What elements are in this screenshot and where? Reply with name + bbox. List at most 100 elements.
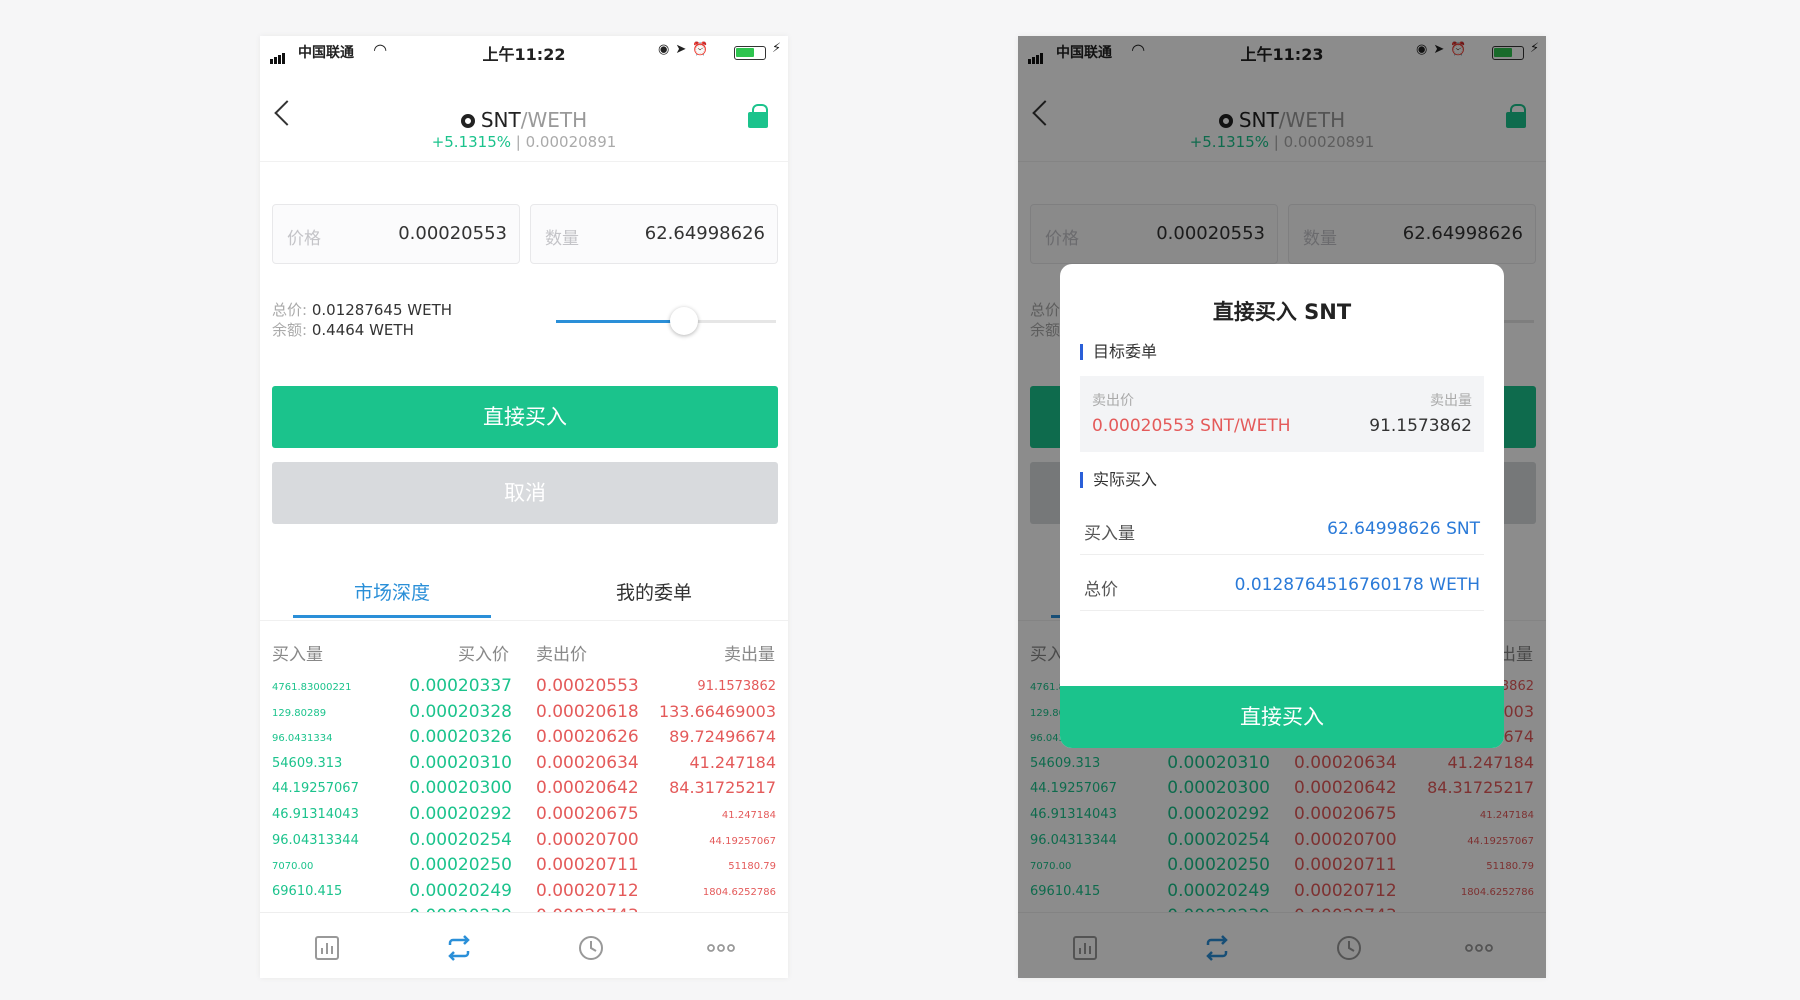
pair-ticker: +5.1315% | 0.00020891 xyxy=(260,133,788,151)
sell-price: 0.00020712 xyxy=(536,880,639,901)
buy-price: 0.00020250 xyxy=(409,855,512,876)
quantity-field[interactable]: 数量 62.64998626 xyxy=(530,204,778,264)
sell-qty: 51180.79 xyxy=(728,861,776,873)
quote-symbol: /WETH xyxy=(520,108,588,132)
quantity-value[interactable]: 62.64998626 xyxy=(645,223,765,244)
total-label: 总价: xyxy=(272,301,308,319)
depth-row[interactable]: 7070.00 0.00020250 0.00020711 51180.79 xyxy=(260,855,788,881)
buy-price: 0.00020292 xyxy=(409,804,512,824)
buy-price: 0.00020326 xyxy=(409,727,512,748)
sell-price: 0.00020700 xyxy=(536,829,639,850)
buy-qty: 96.04313344 xyxy=(272,832,359,848)
sell-price-label: 卖出价 xyxy=(1092,393,1134,409)
nav-bar: SNT/WETH +5.1315% | 0.00020891 xyxy=(260,68,788,162)
tab-market-depth[interactable]: 市场深度 xyxy=(354,578,430,605)
more-icon[interactable] xyxy=(706,933,736,963)
sell-qty: 1804.6252786 xyxy=(702,886,776,898)
buy-qty-label: 买入量 xyxy=(1084,524,1135,544)
confirm-buy-button[interactable]: 直接买入 xyxy=(1060,686,1504,748)
ticker-separator: | xyxy=(515,133,521,151)
buy-price: 0.00020300 xyxy=(409,778,512,799)
charging-icon: ⚡ xyxy=(772,41,782,56)
sell-qty: 91.1573862 xyxy=(697,679,776,694)
lock-icon[interactable] xyxy=(748,104,768,128)
balance-label: 余额: xyxy=(272,321,308,339)
sell-price: 0.00020626 xyxy=(536,727,639,748)
buy-button[interactable]: 直接买入 xyxy=(272,386,778,448)
sell-qty: 41.247184 xyxy=(721,810,776,821)
tab-my-orders[interactable]: 我的委单 xyxy=(616,578,692,605)
buy-qty-value: 62.64998626 SNT xyxy=(1327,519,1480,539)
price-field[interactable]: 价格 0.00020553 xyxy=(272,204,520,264)
last-price: 0.00020891 xyxy=(525,133,617,151)
sell-qty-value: 91.1573862 xyxy=(1369,416,1472,436)
sell-price: 0.00020618 xyxy=(536,701,639,722)
header-sell-price: 卖出价 xyxy=(536,645,587,665)
trade-screen-confirm: 中国联通 ◠ 上午11:23 ◉➤⏰ ⚡ SNT/WETH +5.1315% |… xyxy=(1018,36,1546,978)
depth-row[interactable]: 69610.415 0.00020249 0.00020712 1804.625278… xyxy=(260,881,788,907)
buy-qty: 46.91314043 xyxy=(272,807,359,822)
order-summary: 总价: 0.01287645 WETH 余额: 0.4464 WETH xyxy=(272,300,452,340)
depth-row[interactable]: 44.19257067 0.00020300 0.00020642 84.317252… xyxy=(260,778,788,804)
active-tab-indicator xyxy=(293,615,491,618)
tab-divider xyxy=(260,620,788,621)
buy-price: 0.00020249 xyxy=(409,880,512,901)
sell-qty: 84.31725217 xyxy=(669,778,776,798)
sell-price: 0.00020634 xyxy=(536,752,639,773)
modal-total-label: 总价 xyxy=(1084,580,1118,600)
modal-title: 直接买入 SNT xyxy=(1212,300,1352,324)
sell-price: 0.00020711 xyxy=(536,855,639,876)
bottom-nav xyxy=(260,912,788,978)
pair-title[interactable]: SNT/WETH xyxy=(260,108,788,132)
amount-slider[interactable] xyxy=(556,307,776,335)
buy-price: 0.00020254 xyxy=(409,829,512,850)
depth-row[interactable]: 96.0431334 0.00020326 0.00020626 89.7249667… xyxy=(260,727,788,753)
buy-qty: 96.0431334 xyxy=(272,733,333,745)
target-order-section: 目标委单 xyxy=(1080,344,1157,360)
price-label: 价格 xyxy=(287,229,321,249)
buy-qty: 7070.00 xyxy=(272,861,314,873)
battery-icon xyxy=(734,46,766,60)
divider xyxy=(1080,554,1484,555)
modal-total-value: 0.0128764516760178 WETH xyxy=(1234,575,1480,595)
header-buy-price: 买入价 xyxy=(458,645,509,665)
base-symbol: SNT xyxy=(480,108,521,132)
exchange-icon[interactable] xyxy=(444,933,474,963)
coin-icon xyxy=(460,114,475,128)
slider-fill xyxy=(556,320,684,323)
depth-row[interactable]: 129.80289 0.00020328 0.00020618 133.6646900… xyxy=(260,702,788,728)
buy-qty: 4761.83000221 xyxy=(272,682,352,693)
depth-row[interactable]: 54609.313 0.00020310 0.00020634 41.247184 xyxy=(260,753,788,779)
buy-qty: 54609.313 xyxy=(272,755,343,771)
change-percent: +5.1315% xyxy=(431,133,511,151)
depth-row[interactable]: 46.91314043 0.00020292 0.00020675 41.247184 xyxy=(260,804,788,830)
status-bar: 中国联通 ◠ 上午11:22 ◉➤⏰ ⚡ xyxy=(260,36,788,68)
actual-buy-section: 实际买入 xyxy=(1080,472,1157,488)
sell-price: 0.00020675 xyxy=(536,804,639,824)
quantity-label: 数量 xyxy=(545,229,579,249)
sell-qty: 44.19257067 xyxy=(709,835,776,847)
balance-value: 0.4464 WETH xyxy=(311,321,414,339)
price-value[interactable]: 0.00020553 xyxy=(398,223,507,244)
sell-qty-label: 卖出量 xyxy=(1430,393,1472,409)
header-sell-qty: 卖出量 xyxy=(724,645,775,665)
sell-price: 0.00020642 xyxy=(536,778,639,799)
cancel-button[interactable]: 取消 xyxy=(272,462,778,524)
depth-row[interactable]: 96.04313344 0.00020254 0.00020700 44.192570… xyxy=(260,830,788,856)
buy-qty: 129.80289 xyxy=(272,707,327,719)
slider-knob[interactable] xyxy=(669,307,698,335)
divider xyxy=(1080,610,1484,611)
chart-icon[interactable] xyxy=(312,933,342,963)
trade-screen: 中国联通 ◠ 上午11:22 ◉➤⏰ ⚡ SNT/WETH +5.1315% |… xyxy=(260,36,788,978)
buy-price: 0.00020337 xyxy=(409,676,512,696)
sell-qty: 41.247184 xyxy=(689,752,776,772)
history-icon[interactable] xyxy=(576,933,606,963)
sell-price: 0.00020553 xyxy=(536,676,639,696)
target-order-card: 卖出价 卖出量 0.00020553 SNT/WETH 91.1573862 xyxy=(1080,376,1484,452)
buy-confirm-modal: 直接买入 SNT 目标委单 卖出价 卖出量 0.00020553 SNT/WET… xyxy=(1060,264,1504,748)
total-value: 0.01287645 WETH xyxy=(311,301,453,319)
depth-row[interactable]: 4761.83000221 0.00020337 0.00020553 91.1573… xyxy=(260,676,788,702)
sell-qty: 89.72496674 xyxy=(669,727,776,747)
buy-price: 0.00020328 xyxy=(409,701,512,722)
buy-qty: 69610.415 xyxy=(272,883,343,899)
